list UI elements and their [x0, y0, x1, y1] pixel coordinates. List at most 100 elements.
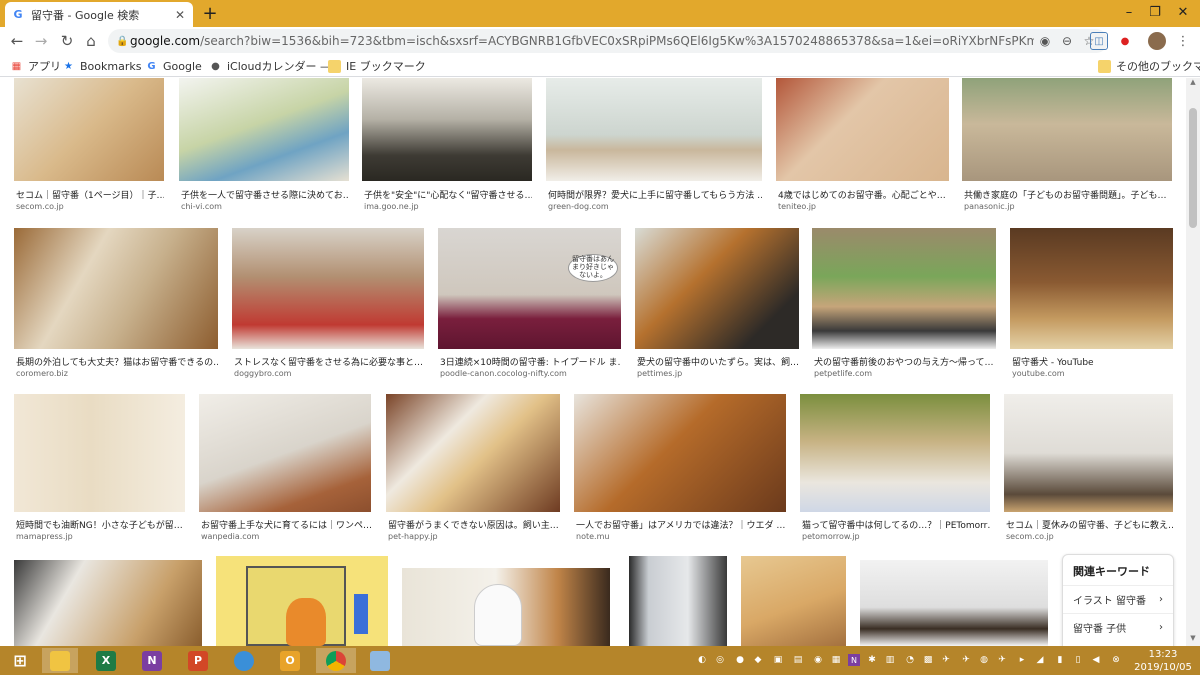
tray-icon[interactable]: ▣	[772, 654, 784, 666]
result-caption[interactable]: 留守番がうまくできない原因は。飼い主…	[388, 518, 560, 531]
bookmark-ie[interactable]: IE ブックマーク	[328, 58, 426, 74]
onenote-tray-icon[interactable]: N	[848, 654, 860, 666]
extension-icon[interactable]: ◫	[1090, 32, 1108, 50]
new-tab-button[interactable]: +	[200, 3, 220, 24]
bookmark-apps[interactable]: ▦ アプリ	[10, 58, 61, 74]
tray-icon[interactable]: ◆	[752, 654, 764, 666]
profile-avatar[interactable]	[1148, 32, 1166, 50]
image-result[interactable]	[629, 556, 727, 646]
image-result[interactable]: お留守番上手な犬に育てるには｜ワンペ… wanpedia.com	[199, 394, 371, 544]
result-caption[interactable]: 猫って留守番中は何してるの…？｜PETomorr…	[802, 518, 990, 531]
notification-icon[interactable]: ⊗	[1110, 654, 1122, 666]
taskbar-clock[interactable]: 13:23 2019/10/05	[1130, 648, 1196, 674]
taskbar-skype[interactable]	[226, 648, 262, 673]
result-thumbnail[interactable]	[1010, 228, 1173, 349]
result-thumbnail[interactable]	[741, 556, 846, 646]
taskbar-onenote[interactable]: N	[134, 648, 170, 673]
related-keyword-item[interactable]: 留守番 子供 ›	[1063, 613, 1173, 641]
result-caption[interactable]: セコム｜夏休みの留守番、子どもに教え…	[1006, 518, 1173, 531]
image-result[interactable]: 短時間でも油断NG！小さな子どもが留… mamapress.jp	[14, 394, 185, 544]
taskbar-file-explorer[interactable]	[42, 648, 78, 673]
image-result[interactable]: ストレスなく留守番をさせる為に必要な事と… doggybro.com	[232, 228, 424, 378]
image-result[interactable]: 一人でお留守番」はアメリカでは違法？｜ウエダ … note.mu	[574, 394, 786, 544]
start-button[interactable]: ⊞	[2, 648, 38, 673]
image-result[interactable]	[741, 556, 846, 646]
home-button[interactable]: ⌂	[80, 30, 102, 52]
result-thumbnail[interactable]	[402, 568, 610, 646]
tray-icon[interactable]: ▩	[922, 654, 934, 666]
image-result[interactable]: 共働き家庭の「子どものお留守番問題」。子ども… panasonic.jp	[962, 78, 1172, 214]
result-thumbnail[interactable]	[546, 78, 762, 181]
bluetooth-icon[interactable]: ✱	[866, 654, 878, 666]
menu-kebab-icon[interactable]: ⋮	[1174, 32, 1192, 50]
taskbar-powerpoint[interactable]: P	[180, 648, 216, 673]
image-result[interactable]: 犬の留守番前後のおやつの与え方〜帰って… petpetlife.com	[812, 228, 996, 378]
other-bookmarks[interactable]: その他のブックマーク	[1098, 58, 1200, 74]
image-result[interactable]: 何時間が限界？愛犬に上手に留守番してもらう方法 … green-dog.com	[546, 78, 762, 214]
tray-icon[interactable]: ▦	[830, 654, 842, 666]
tab-close-icon[interactable]: ✕	[173, 8, 187, 22]
tray-icon[interactable]: ◍	[978, 654, 990, 666]
forward-button[interactable]: →	[30, 30, 52, 52]
tray-icon[interactable]: ◔	[904, 654, 916, 666]
volume-icon[interactable]: ◀	[1090, 654, 1102, 666]
tray-icon[interactable]: ◎	[714, 654, 726, 666]
lastpass-extension-icon[interactable]: ●	[1116, 32, 1134, 50]
result-caption[interactable]: ストレスなく留守番をさせる為に必要な事と…	[234, 355, 424, 368]
back-button[interactable]: ←	[6, 30, 28, 52]
result-thumbnail[interactable]	[362, 78, 532, 181]
taskbar-excel[interactable]: X	[88, 648, 124, 673]
result-thumbnail[interactable]	[179, 78, 349, 181]
tray-icon[interactable]: ▤	[792, 654, 804, 666]
result-caption[interactable]: 3日連続×10時間の留守番: トイプードル ま…	[440, 355, 621, 368]
tray-icon[interactable]: ✈	[940, 654, 952, 666]
result-thumbnail[interactable]	[574, 394, 786, 512]
tray-icon[interactable]: ▥	[884, 654, 896, 666]
image-result[interactable]: 長期の外泊しても大丈夫？猫はお留守番できるの… coromero.biz	[14, 228, 218, 378]
image-result[interactable]: 留守番犬 - YouTube youtube.com	[1010, 228, 1173, 378]
result-thumbnail[interactable]	[860, 560, 1048, 646]
tray-icon[interactable]: ▸	[1016, 654, 1028, 666]
taskbar-outlook[interactable]: O	[272, 648, 308, 673]
bookmark-google[interactable]: G Google	[145, 58, 201, 74]
image-result[interactable]	[14, 560, 202, 646]
result-thumbnail[interactable]	[962, 78, 1172, 181]
image-result[interactable]: 子供を一人で留守番させる際に決めてお… chi-vi.com	[179, 78, 349, 214]
result-caption[interactable]: 犬の留守番前後のおやつの与え方〜帰って…	[814, 355, 996, 368]
result-caption[interactable]: 愛犬の留守番中のいたずら。実は、飼…	[637, 355, 799, 368]
result-thumbnail[interactable]	[776, 78, 949, 181]
image-result[interactable]: 留守番はあんまり好きじゃないよ。 3日連続×10時間の留守番: トイプードル ま…	[438, 228, 621, 378]
result-caption[interactable]: 子供を一人で留守番させる際に決めてお…	[181, 188, 349, 201]
image-result[interactable]: 留守番がうまくできない原因は。飼い主… pet-happy.jp	[386, 394, 560, 544]
image-result[interactable]: 4歳ではじめてのお留守番。心配ごとや… teniteo.jp	[776, 78, 949, 214]
image-result[interactable]: 猫って留守番中は何してるの…？｜PETomorr… petomorrow.jp	[800, 394, 990, 544]
url-text[interactable]: google.com/search?biw=1536&bih=723&tbm=i…	[130, 34, 1034, 48]
tray-icon[interactable]: ●	[734, 654, 746, 666]
image-result[interactable]	[860, 560, 1048, 646]
result-thumbnail[interactable]	[14, 228, 218, 349]
result-thumbnail[interactable]	[1004, 394, 1173, 512]
result-caption[interactable]: お留守番上手な犬に育てるには｜ワンペ…	[201, 518, 371, 531]
bookmark-icloud[interactable]: ● iCloudカレンダー —…	[209, 58, 342, 74]
scroll-up-arrow-icon[interactable]: ▲	[1186, 78, 1200, 90]
scroll-down-arrow-icon[interactable]: ▼	[1186, 634, 1200, 646]
image-result[interactable]	[402, 568, 610, 646]
tray-icon[interactable]: ◐	[696, 654, 708, 666]
result-caption[interactable]: 留守番犬 - YouTube	[1012, 355, 1173, 368]
result-caption[interactable]: 何時間が限界？愛犬に上手に留守番してもらう方法 …	[548, 188, 762, 201]
result-thumbnail[interactable]: 留守番はあんまり好きじゃないよ。	[438, 228, 621, 349]
result-thumbnail[interactable]	[14, 394, 185, 512]
result-caption[interactable]: 子供を"安全"に"心配なく"留守番させる…	[364, 188, 532, 201]
related-keyword-item[interactable]: イラスト 留守番 ›	[1063, 585, 1173, 613]
result-caption[interactable]: 共働き家庭の「子どものお留守番問題」。子ども…	[964, 188, 1172, 201]
tray-icon[interactable]: ✈	[960, 654, 972, 666]
image-result[interactable]: セコム｜留守番（1ページ目）｜子… secom.co.jp	[14, 78, 164, 214]
tray-icon[interactable]: ◉	[812, 654, 824, 666]
image-result[interactable]: 愛犬の留守番中のいたずら。実は、飼… pettimes.jp	[635, 228, 799, 378]
image-result[interactable]: 子供を"安全"に"心配なく"留守番させる… ima.goo.ne.jp	[362, 78, 532, 214]
result-caption[interactable]: 4歳ではじめてのお留守番。心配ごとや…	[778, 188, 949, 201]
result-thumbnail[interactable]	[14, 78, 164, 181]
result-thumbnail[interactable]	[216, 556, 388, 646]
taskbar-chrome[interactable]	[316, 648, 356, 673]
close-window-button[interactable]: ✕	[1168, 0, 1198, 24]
